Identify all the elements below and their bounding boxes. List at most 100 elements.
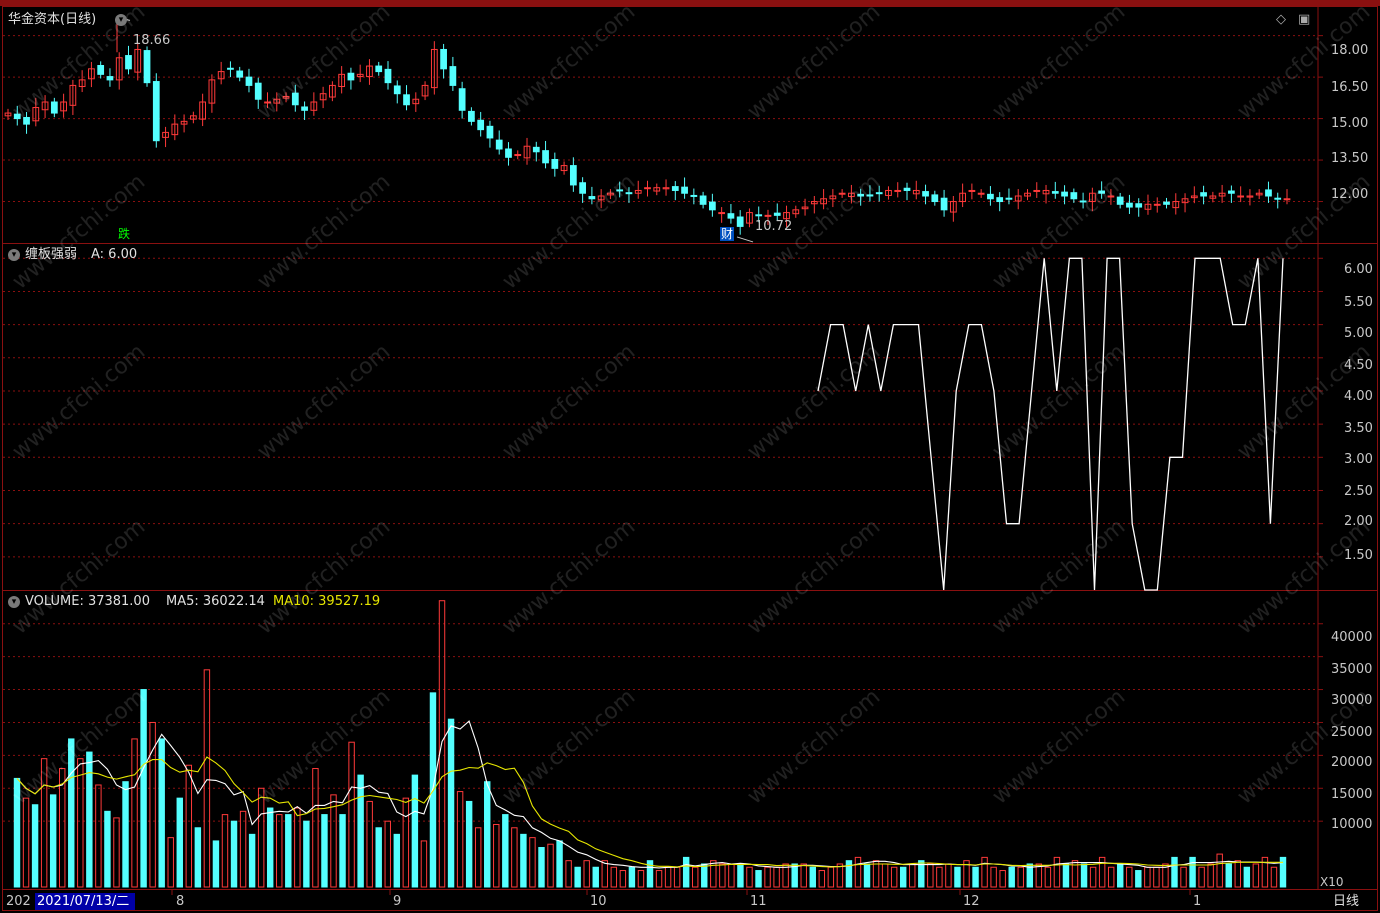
volume-bar bbox=[31, 804, 39, 888]
volume-bar bbox=[601, 860, 608, 888]
indicator-tick: 5.00 bbox=[1344, 326, 1373, 341]
watermark-text: www.cfchi.com bbox=[988, 684, 1130, 809]
volume-bar bbox=[77, 758, 84, 888]
candle-body bbox=[709, 201, 716, 211]
candle-body bbox=[977, 192, 985, 195]
volume-bar bbox=[818, 870, 826, 888]
high-marker-label: 18.66 bbox=[133, 33, 171, 48]
chevron-down-icon[interactable]: ▾ bbox=[8, 249, 20, 261]
candle-body bbox=[1126, 202, 1133, 208]
volume-bar bbox=[420, 840, 428, 888]
volume-bar bbox=[881, 863, 889, 888]
month-label: 12 bbox=[963, 894, 980, 909]
volume-bar bbox=[95, 784, 102, 888]
volume-bar bbox=[1207, 863, 1214, 888]
volume-bar bbox=[1153, 866, 1160, 888]
volume-bar bbox=[583, 860, 590, 888]
price-tick: 15.00 bbox=[1331, 116, 1369, 131]
volume-bar bbox=[1225, 863, 1232, 888]
candle-body bbox=[1033, 189, 1041, 192]
month-label: 1 bbox=[1193, 894, 1202, 909]
candle-body bbox=[1265, 189, 1272, 197]
candle-body bbox=[254, 82, 262, 100]
watermark-text: www.cfchi.com bbox=[743, 684, 885, 809]
candle-body bbox=[227, 67, 234, 70]
month-label: 11 bbox=[750, 894, 767, 909]
volume-bar bbox=[1171, 856, 1178, 888]
volume-bar bbox=[610, 866, 618, 888]
volume-bar bbox=[890, 866, 898, 888]
chevron-down-icon[interactable]: ▾ bbox=[115, 14, 127, 26]
volume-bar bbox=[266, 807, 274, 888]
volume-bar bbox=[981, 856, 988, 888]
candle-body bbox=[458, 88, 466, 111]
candle-body bbox=[532, 146, 540, 153]
candle-body bbox=[449, 66, 457, 86]
diamond-icon[interactable]: ◇ bbox=[1276, 12, 1286, 27]
volume-bar bbox=[1017, 866, 1024, 888]
watermark-text: www.cfchi.com bbox=[988, 514, 1130, 639]
indicator-tick: 1.50 bbox=[1344, 548, 1373, 563]
stock-chart-canvas[interactable]: www.cfchi.com www.cfchi.com www.cfchi.com w… bbox=[0, 0, 1380, 913]
watermark-text: www.cfchi.com bbox=[743, 514, 885, 639]
volume-bar bbox=[248, 833, 256, 888]
volume-bar bbox=[836, 863, 844, 888]
candle-body bbox=[718, 212, 726, 215]
volume-bar bbox=[294, 807, 301, 888]
volume-bar bbox=[899, 866, 907, 888]
candle-body bbox=[569, 165, 577, 186]
candle-body bbox=[477, 119, 485, 131]
candle-body bbox=[143, 50, 151, 84]
volume-bar bbox=[502, 814, 509, 888]
cai-tag: 财 bbox=[720, 227, 735, 241]
price-tick: 13.50 bbox=[1331, 151, 1369, 166]
indicator-tick: 4.00 bbox=[1344, 389, 1373, 404]
candle-body bbox=[125, 55, 132, 70]
volume-bar bbox=[1126, 866, 1133, 888]
watermark-text: www.cfchi.com bbox=[498, 684, 640, 809]
indicator-title: 缠板强弱 bbox=[25, 247, 78, 262]
candle-body bbox=[1153, 203, 1161, 206]
candle-body bbox=[940, 197, 948, 211]
volume-tick: 10000 bbox=[1331, 817, 1373, 832]
indicator-tick: 2.50 bbox=[1344, 484, 1373, 499]
volume-bar bbox=[49, 794, 57, 888]
candle-body bbox=[152, 81, 160, 142]
chevron-down-icon[interactable]: ▾ bbox=[8, 596, 20, 608]
volume-bar bbox=[692, 866, 699, 888]
window-toggle-icon[interactable]: ▣ bbox=[1298, 12, 1310, 27]
candle-body bbox=[495, 139, 503, 150]
candle-body bbox=[514, 154, 522, 157]
volume-bar bbox=[936, 866, 943, 888]
volume-bar bbox=[131, 738, 138, 888]
volume-bar bbox=[1062, 863, 1070, 888]
candle-body bbox=[699, 195, 707, 205]
volume-bar bbox=[845, 860, 853, 888]
volume-bar bbox=[393, 833, 401, 888]
candle-body bbox=[468, 110, 475, 122]
volume-tick: 30000 bbox=[1331, 693, 1373, 708]
volume-bar bbox=[746, 866, 753, 888]
candle-body bbox=[347, 72, 355, 81]
volume-bar bbox=[1198, 866, 1205, 888]
candle-body bbox=[644, 187, 651, 190]
candle-body bbox=[403, 94, 410, 106]
volume-bar bbox=[809, 866, 816, 888]
volume-bar bbox=[655, 870, 663, 888]
volume-bar bbox=[22, 797, 30, 888]
period-label[interactable]: 日线 bbox=[1333, 894, 1359, 909]
volume-bar bbox=[529, 837, 536, 888]
watermark-text: www.cfchi.com bbox=[1233, 514, 1375, 639]
volume-bar bbox=[366, 800, 373, 888]
volume-bar bbox=[1044, 866, 1052, 888]
low-marker-arrow bbox=[736, 236, 754, 243]
die-tag: 跌 bbox=[118, 227, 131, 241]
volume-bar bbox=[456, 791, 464, 888]
candle-body bbox=[1051, 191, 1059, 194]
volume-bar bbox=[384, 820, 391, 888]
volume-bar bbox=[1252, 863, 1260, 888]
volume-bar bbox=[303, 820, 310, 888]
volume-bar bbox=[701, 863, 708, 888]
price-tick: 12.00 bbox=[1331, 187, 1369, 202]
volume-bar bbox=[927, 863, 934, 888]
